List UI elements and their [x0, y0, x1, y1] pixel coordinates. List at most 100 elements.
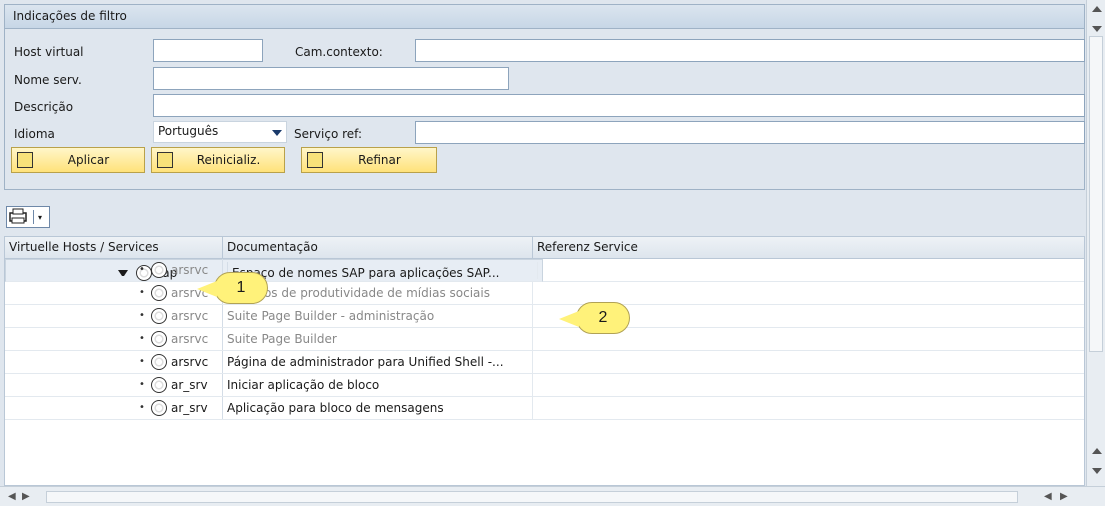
tree-cell: • arsrvc [5, 259, 223, 281]
service-node-icon [151, 354, 167, 370]
table-header: Virtuelle Hosts / Services Documentação … [5, 237, 1084, 259]
documentation-cell: Suite Page Builder [223, 328, 533, 350]
bullet-icon: • [139, 333, 145, 344]
bullet-icon: • [139, 310, 145, 321]
tree-cell: • ar_srv [5, 374, 223, 396]
language-value: Português [158, 124, 219, 138]
ref-service-cell [533, 351, 1084, 373]
context-label: Cam.contexto: [295, 45, 383, 59]
horizontal-scroll-thumb[interactable] [46, 491, 1018, 503]
documentation-cell: Espaço de nomes SAP para aplicações SAP.… [228, 262, 538, 279]
ref-service-cell [533, 397, 1084, 419]
tree-cell: • arsrvc [5, 328, 223, 350]
node-name: ar_srv [171, 378, 208, 392]
print-icon [9, 208, 27, 224]
tree-node[interactable]: • arsrvc [139, 259, 208, 281]
node-name: arsrvc [171, 355, 209, 369]
bullet-icon: • [139, 402, 145, 413]
node-name: arsrvc [171, 309, 209, 323]
service-node-icon [151, 308, 167, 324]
bullet-icon: • [139, 287, 145, 298]
tree-cell: • arsrvc [5, 305, 223, 327]
ref-service-cell [533, 259, 1084, 281]
bullet-icon: • [139, 264, 145, 275]
scroll-up-icon[interactable] [1092, 448, 1102, 454]
host-input[interactable] [153, 39, 263, 62]
bullet-icon: • [139, 356, 145, 367]
scroll-right-icon[interactable]: ▶ [1060, 491, 1068, 502]
service-node-icon [151, 262, 167, 278]
scroll-down-icon[interactable] [1092, 26, 1102, 32]
callout-2: 2 [559, 302, 630, 334]
language-select[interactable]: Português [153, 121, 287, 143]
context-input[interactable] [415, 39, 1085, 62]
tree-cell: • arsrvc [5, 351, 223, 373]
service-name-input[interactable] [153, 67, 509, 90]
print-button[interactable]: ▾ [6, 206, 50, 228]
host-label: Host virtual [14, 45, 84, 59]
service-node-icon [151, 377, 167, 393]
scroll-right-icon[interactable]: ▶ [22, 491, 30, 502]
documentation-cell: Serviços de produtividade de mídias soci… [223, 282, 533, 304]
tree-node[interactable]: • ar_srv [139, 397, 208, 419]
service-name-label: Nome serv. [14, 73, 82, 87]
node-name: arsrvc [171, 263, 209, 277]
refine-button[interactable]: Refinar [301, 147, 437, 173]
tree-node[interactable]: • ar_srv [139, 374, 208, 396]
vertical-scrollbar[interactable] [1086, 0, 1105, 486]
table-row[interactable]: • arsrvc Suite Page Builder - administraçã… [5, 305, 1084, 328]
documentation-cell: Iniciar aplicação de bloco [223, 374, 533, 396]
filter-panel: Indicações de filtro Host virtual Cam.co… [4, 4, 1085, 190]
node-name: ar_srv [171, 401, 208, 415]
service-node-icon [151, 331, 167, 347]
documentation-cell: Aplicação para bloco de mensagens [223, 397, 533, 419]
scroll-down-icon[interactable] [1092, 468, 1102, 474]
filter-panel-title: Indicações de filtro [5, 5, 1084, 29]
description-label: Descrição [14, 100, 74, 114]
horizontal-scrollbar[interactable]: ◀ ▶ ◀ ▶ [0, 486, 1105, 506]
reset-button[interactable]: Reinicializ. [151, 147, 285, 173]
dropdown-icon[interactable]: ▾ [38, 213, 42, 222]
documentation-cell: Página de administrador para Unified She… [223, 351, 533, 373]
tree-cell: • arsrvc [5, 282, 223, 304]
tree-node[interactable]: • arsrvc [139, 328, 208, 350]
ref-service-cell [533, 374, 1084, 396]
table-row[interactable]: • ar_srv Aplicação para bloco de mensagens [5, 397, 1084, 420]
services-tree-table: Virtuelle Hosts / Services Documentação … [4, 236, 1085, 486]
description-input[interactable] [153, 94, 1085, 117]
tree-node[interactable]: • arsrvc [139, 305, 208, 327]
table-body: •ui5_demokitui5_ui5Emulador aplicação SA… [5, 259, 1084, 420]
column-header-documentation[interactable]: Documentação [223, 237, 533, 259]
scroll-left-icon[interactable]: ◀ [1044, 491, 1052, 502]
filter-icon [17, 152, 33, 168]
reset-icon [157, 152, 173, 168]
bullet-icon: • [139, 379, 145, 390]
reset-button-label: Reinicializ. [196, 153, 261, 167]
language-label: Idioma [14, 127, 55, 141]
service-node-icon [151, 285, 167, 301]
documentation-cell: Suite Page Builder - administração [223, 305, 533, 327]
node-name: arsrvc [171, 332, 209, 346]
ref-service-cell [533, 282, 1084, 304]
tree-cell: • ar_srv [5, 397, 223, 419]
column-header-ref-service[interactable]: Referenz Service [533, 237, 1084, 259]
column-header-hosts[interactable]: Virtuelle Hosts / Services [5, 237, 223, 259]
service-node-icon [151, 400, 167, 416]
refine-icon [307, 152, 323, 168]
tree-node[interactable]: • arsrvc [139, 351, 208, 373]
table-row[interactable]: • arsrvc Página de administrador para Unif… [5, 351, 1084, 374]
vertical-scroll-thumb[interactable] [1089, 36, 1103, 352]
scroll-left-icon[interactable]: ◀ [8, 491, 16, 502]
table-row[interactable]: • arsrvc Serviços de produtividade de mídi… [5, 282, 1084, 305]
table-row[interactable]: • arsrvc Suite Page Builder [5, 328, 1084, 351]
apply-button[interactable]: Aplicar [11, 147, 145, 173]
apply-button-label: Aplicar [67, 153, 110, 167]
callout-1: 1 [197, 272, 268, 304]
table-row[interactable]: • ar_srv Iniciar aplicação de bloco [5, 374, 1084, 397]
ref-service-label: Serviço ref: [294, 127, 363, 141]
ref-service-input[interactable] [415, 121, 1085, 144]
table-row[interactable]: •arsrvcAções de launchpad - CHIP reutili… [5, 259, 1084, 282]
scroll-up-icon[interactable] [1092, 6, 1102, 12]
chevron-down-icon [272, 130, 282, 136]
refine-button-label: Refinar [358, 153, 401, 167]
